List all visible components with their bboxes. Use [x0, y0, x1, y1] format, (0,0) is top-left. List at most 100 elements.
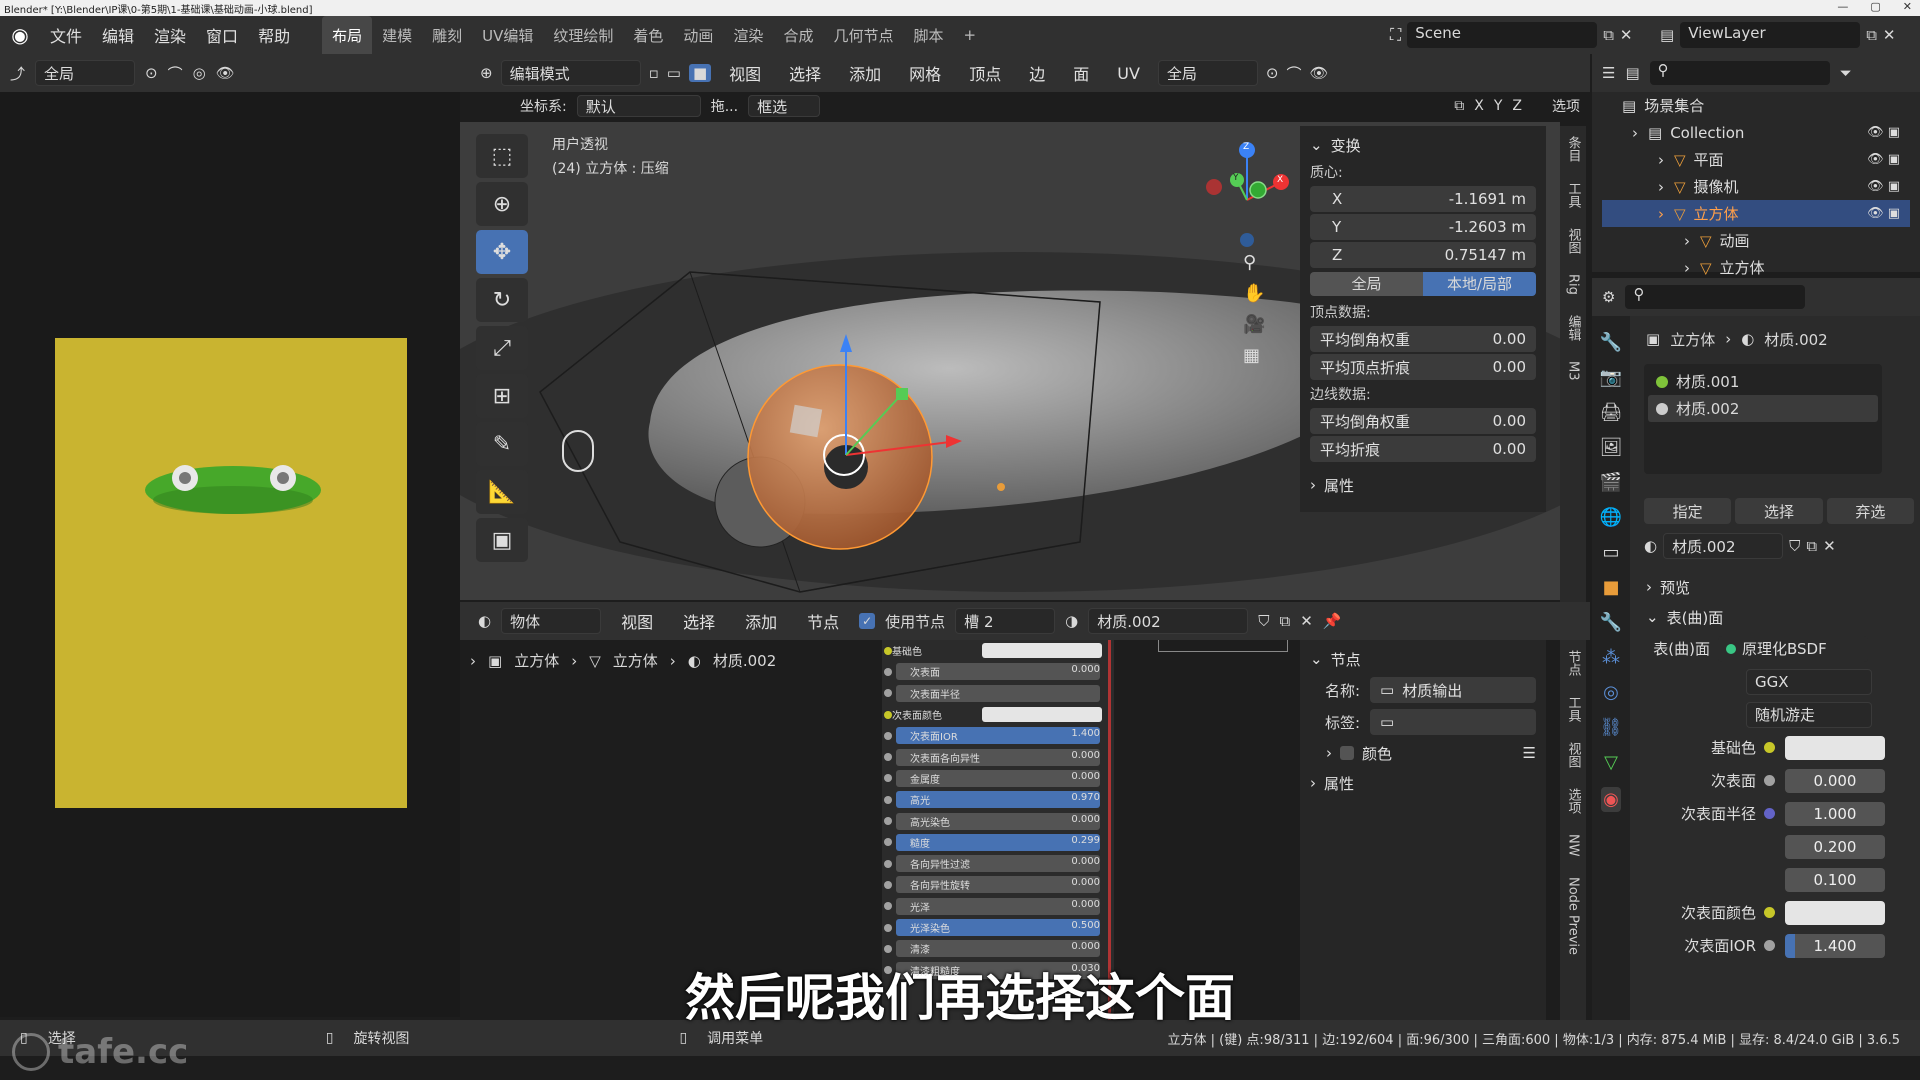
scene-tab-icon[interactable]: 🎬	[1600, 472, 1622, 493]
viewport-menu-vertex[interactable]: 顶点	[959, 61, 1011, 85]
socket-dot-icon[interactable]	[1764, 742, 1775, 753]
outliner-item[interactable]: › ▽ 摄像机 👁 ▣	[1602, 173, 1910, 200]
bsdf-input-row[interactable]: 光泽 0.000	[882, 896, 1114, 917]
physics-tab-icon[interactable]: ◎	[1603, 682, 1619, 703]
scene-collection-row[interactable]: ▤ 场景集合	[1602, 92, 1910, 119]
select-mode-dropdown[interactable]: 框选	[748, 95, 821, 117]
distribution-dropdown[interactable]: GGX	[1746, 668, 1872, 695]
node-section-header[interactable]: ⌄ 节点	[1310, 644, 1536, 674]
socket-dot-icon[interactable]	[1764, 775, 1775, 786]
move-icon[interactable]: ✥	[476, 230, 528, 274]
bsdf-input-row[interactable]: 光泽染色 0.500	[882, 917, 1114, 938]
outliner-item[interactable]: › ▽ 平面 👁 ▣	[1602, 146, 1910, 173]
median-x-field[interactable]: X -1.1691 m	[1310, 186, 1536, 212]
fake-user-icon[interactable]: ⛉	[1258, 612, 1269, 630]
bsdf-input-row[interactable]: 金属度 0.000	[882, 768, 1114, 789]
tab-view[interactable]: 视图	[1564, 218, 1583, 264]
bsdf-input-row[interactable]: 高光染色 0.000	[882, 810, 1114, 831]
tab-scripting[interactable]: 脚本	[903, 16, 953, 54]
add-workspace-button[interactable]: +	[953, 16, 986, 54]
tab-geometry-nodes[interactable]: 几何节点	[823, 16, 903, 54]
drag-label[interactable]: 拖...	[711, 96, 738, 116]
output-tab-icon[interactable]: 🖨	[1600, 402, 1623, 423]
tab-node-options[interactable]: 选项	[1564, 778, 1583, 824]
bsdf-input-row[interactable]: 次表面颜色	[882, 704, 1114, 725]
node-properties-section[interactable]: › 属性	[1310, 768, 1536, 798]
bsdf-input-row[interactable]: 清漆 0.000	[882, 938, 1114, 959]
bsdf-input-row[interactable]: 次表面半径	[882, 683, 1114, 704]
tab-animation[interactable]: 动画	[673, 16, 723, 54]
visibility-eye-icon[interactable]: 👁 ▣	[1867, 152, 1900, 167]
scene-selector[interactable]: ⛶ Scene ⧉ ✕	[1390, 22, 1633, 48]
node-menu-view[interactable]: 视图	[611, 609, 663, 633]
bsdf-input-row[interactable]: 各向异性过滤 0.000	[882, 853, 1114, 874]
bsdf-input-row[interactable]: 次表面各向异性 0.000	[882, 746, 1114, 767]
bsdf-input-row[interactable]: 次表面 0.000	[882, 661, 1114, 682]
local-toggle[interactable]: 本地/局部	[1423, 272, 1536, 296]
camera-view-icon[interactable]: 🎥	[1243, 314, 1265, 335]
shader-type-dropdown[interactable]: 物体	[501, 608, 602, 634]
expand-chevron-icon[interactable]: ›	[1658, 151, 1664, 169]
vertex-bevel-field[interactable]: 平均倒角权重 0.00	[1310, 326, 1536, 352]
visibility-icon[interactable]: 👁	[216, 64, 235, 82]
select-box-icon[interactable]: ⬚	[476, 134, 528, 178]
constraints-tab-icon[interactable]: ⛓	[1600, 717, 1623, 738]
socket-icon[interactable]	[884, 731, 892, 740]
socket-icon[interactable]	[884, 710, 892, 719]
view-layer-selector[interactable]: ▤ ViewLayer ⧉ ✕	[1660, 22, 1895, 48]
measure-icon[interactable]: 📐	[476, 470, 528, 514]
expand-chevron-icon[interactable]: ›	[1658, 178, 1664, 196]
blender-logo-icon[interactable]: ◉	[0, 23, 40, 47]
viewport-menu-uv[interactable]: UV	[1107, 64, 1150, 83]
options-dropdown[interactable]: 选项	[1552, 96, 1580, 116]
bsdf-input-row[interactable]: 清漆粗糙度 0.030	[882, 959, 1114, 980]
deselect-button[interactable]: 弃选	[1826, 498, 1914, 524]
socket-dot-icon[interactable]	[1764, 907, 1775, 918]
mirror-y-toggle[interactable]: Y	[1494, 98, 1503, 114]
select-button[interactable]: 选择	[1735, 498, 1823, 524]
bsdf-property-value[interactable]: 1.000	[1785, 801, 1885, 826]
view-layer-tab-icon[interactable]: 🖼	[1600, 437, 1623, 458]
filter-icon[interactable]: ⏷	[1840, 64, 1852, 82]
bsdf-property-value[interactable]	[1785, 735, 1885, 760]
mirror-x-toggle[interactable]: X	[1474, 98, 1484, 114]
tab-rendering[interactable]: 渲染	[723, 16, 773, 54]
global-toggle[interactable]: 全局	[1310, 272, 1423, 296]
socket-icon[interactable]	[884, 944, 892, 953]
tab-edit[interactable]: 编辑	[1564, 305, 1583, 351]
subsurface-method-dropdown[interactable]: 随机游走	[1746, 701, 1872, 728]
properties-search-field[interactable]: ⚲	[1625, 285, 1806, 309]
left-transform-space-dropdown[interactable]: 全局	[35, 60, 136, 86]
render-tab-icon[interactable]: 📷	[1600, 367, 1622, 388]
socket-icon[interactable]	[884, 753, 892, 762]
proportional-icon[interactable]: ◎	[193, 64, 206, 82]
edge-select-icon[interactable]: ▭	[667, 64, 681, 82]
assign-button[interactable]: 指定	[1644, 498, 1732, 524]
snap-icon[interactable]: ⌒	[168, 63, 183, 84]
node-menu-node[interactable]: 节点	[797, 609, 849, 633]
collection-tab-icon[interactable]: ▭	[1602, 542, 1619, 563]
menu-file[interactable]: 文件	[40, 23, 92, 47]
viewport-menu-add[interactable]: 添加	[839, 61, 891, 85]
median-z-field[interactable]: Z 0.75147 m	[1310, 242, 1536, 268]
viewport-pivot-icon[interactable]: ⊙	[1266, 64, 1279, 82]
tab-m3[interactable]: M3	[1566, 351, 1581, 391]
viewport-snap-icon[interactable]: ⌒	[1286, 63, 1301, 84]
pin-icon[interactable]: 📌	[1323, 612, 1342, 630]
outliner-item[interactable]: › ▽ 动画	[1602, 227, 1910, 254]
node-name-field[interactable]: ▭ 材质输出	[1370, 677, 1536, 703]
viewport-menu-face[interactable]: 面	[1063, 61, 1099, 85]
viewport-menu-edge[interactable]: 边	[1019, 61, 1055, 85]
minimize-button[interactable]: —	[1837, 0, 1848, 13]
viewport-overlay-icon[interactable]: 👁	[1309, 64, 1328, 82]
socket-icon[interactable]	[884, 859, 892, 868]
unlink-icon[interactable]: ✕	[1823, 537, 1836, 555]
add-cube-icon[interactable]: ▣	[476, 518, 528, 562]
scale-icon[interactable]: ⤢	[476, 326, 528, 370]
vertex-crease-field[interactable]: 平均顶点折痕 0.00	[1310, 354, 1536, 380]
socket-icon[interactable]	[884, 817, 892, 826]
expand-chevron-icon[interactable]: ›	[1684, 232, 1690, 250]
material-name-field[interactable]: 材质.002	[1663, 533, 1784, 559]
annotate-icon[interactable]: ✎	[476, 422, 528, 466]
pan-hand-icon[interactable]: ✋	[1243, 283, 1265, 304]
